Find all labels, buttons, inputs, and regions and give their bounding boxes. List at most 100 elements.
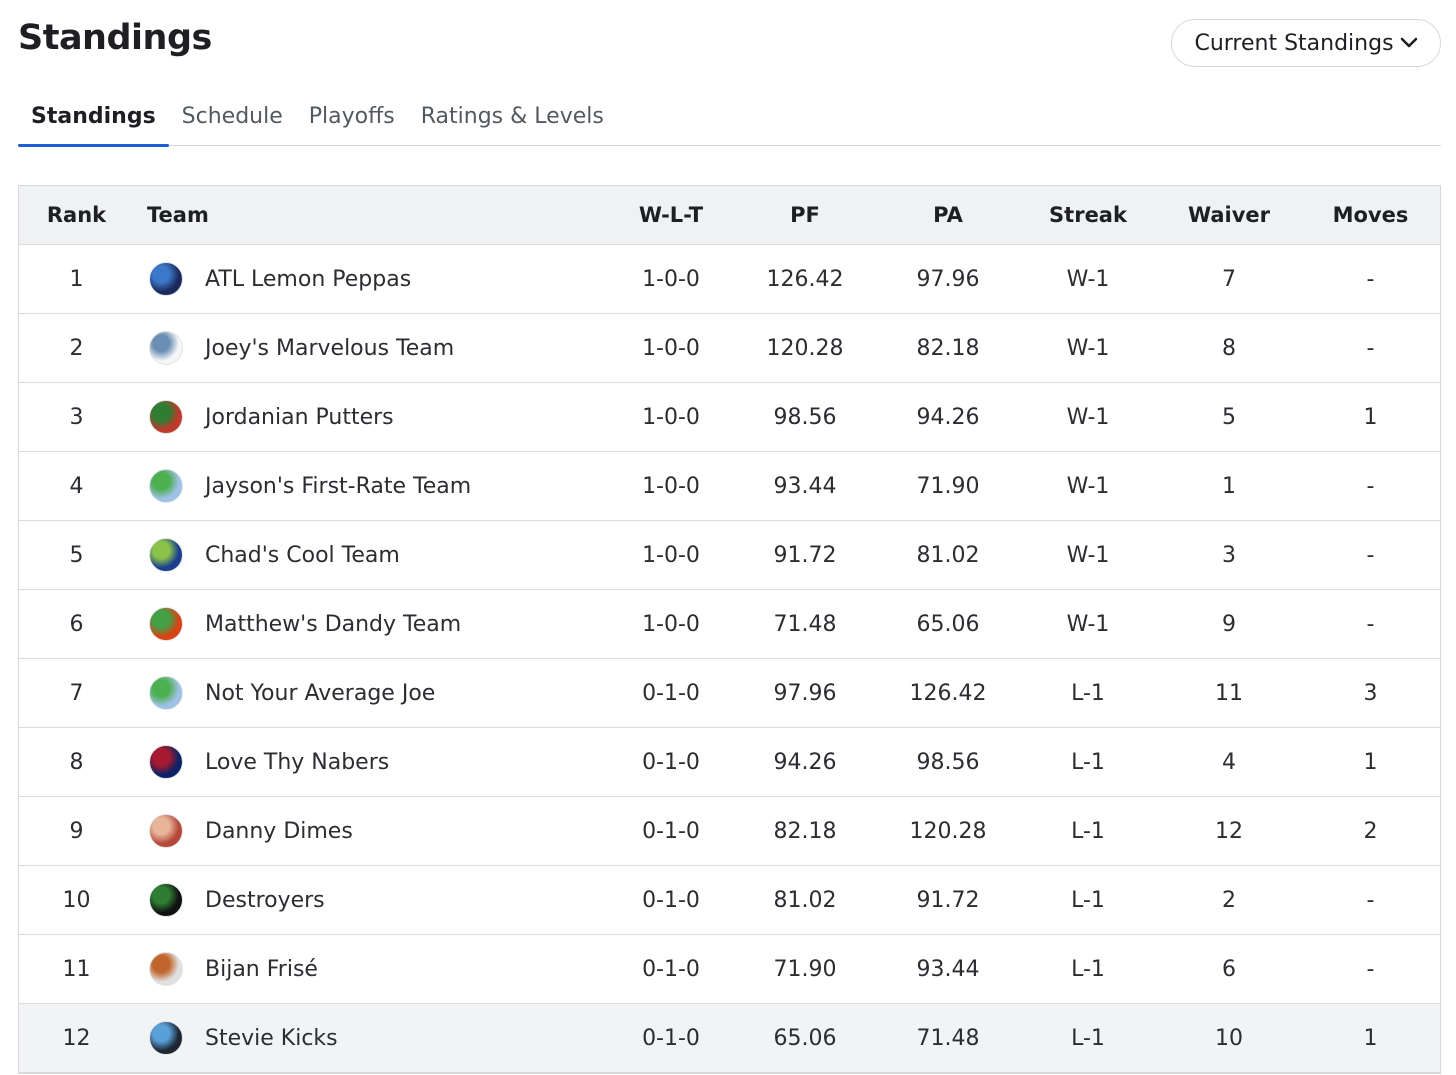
header-moves[interactable]: Moves	[1309, 203, 1432, 227]
header-pa[interactable]: PA	[869, 203, 1027, 227]
team-name-link[interactable]: Matthew's Dandy Team	[205, 612, 461, 637]
waiver-cell: 4	[1222, 749, 1236, 775]
team-name-link[interactable]: ATL Lemon Peppas	[205, 267, 411, 292]
pa-cell: 98.56	[916, 749, 980, 775]
team-name-link[interactable]: Stevie Kicks	[205, 1026, 338, 1051]
team-cell: Danny Dimes	[134, 814, 601, 848]
table-row[interactable]: 4 Jayson's First-Rate Team 1-0-0 93.44 71.90…	[19, 452, 1440, 521]
team-cell: Chad's Cool Team	[134, 538, 601, 572]
moves-cell: 2	[1363, 818, 1378, 844]
team-name-link[interactable]: Destroyers	[205, 888, 325, 913]
pa-cell: 81.02	[916, 542, 980, 568]
team-logo-icon[interactable]	[149, 676, 183, 710]
tab-ratings-levels[interactable]: Ratings & Levels	[408, 100, 617, 146]
waiver-cell: 10	[1215, 1025, 1243, 1051]
team-logo-icon[interactable]	[149, 607, 183, 641]
pf-cell: 71.90	[773, 956, 837, 982]
pf-cell: 91.72	[773, 542, 837, 568]
pa-cell: 71.48	[916, 1025, 980, 1051]
streak-cell: W-1	[1066, 542, 1110, 568]
table-row[interactable]: 3 Jordanian Putters 1-0-0 98.56 94.26 W-1 5 1	[19, 383, 1440, 452]
team-logo-icon[interactable]	[149, 1021, 183, 1055]
wlt-cell: 0-1-0	[642, 818, 700, 844]
streak-cell: L-1	[1071, 1025, 1105, 1051]
team-name-link[interactable]: Jordanian Putters	[205, 405, 394, 430]
tab-schedule[interactable]: Schedule	[169, 100, 296, 146]
wlt-cell: 1-0-0	[642, 404, 700, 430]
team-logo-icon[interactable]	[149, 262, 183, 296]
waiver-cell: 3	[1222, 542, 1236, 568]
tab-standings[interactable]: Standings	[18, 100, 169, 147]
moves-cell: -	[1366, 335, 1375, 361]
team-name-link[interactable]: Jayson's First-Rate Team	[205, 474, 471, 499]
team-name-link[interactable]: Danny Dimes	[205, 819, 353, 844]
team-logo-icon[interactable]	[149, 814, 183, 848]
header-wlt[interactable]: W-L-T	[601, 203, 741, 227]
pa-cell: 94.26	[916, 404, 980, 430]
wlt-cell: 1-0-0	[642, 473, 700, 499]
team-logo-icon[interactable]	[149, 400, 183, 434]
team-logo-icon[interactable]	[149, 469, 183, 503]
header-team[interactable]: Team	[134, 203, 601, 227]
team-name-link[interactable]: Not Your Average Joe	[205, 681, 435, 706]
team-cell: Stevie Kicks	[134, 1021, 601, 1055]
table-row[interactable]: 10 Destroyers 0-1-0 81.02 91.72 L-1 2 -	[19, 866, 1440, 935]
header-waiver[interactable]: Waiver	[1149, 203, 1309, 227]
table-row[interactable]: 8 Love Thy Nabers 0-1-0 94.26 98.56 L-1 4 1	[19, 728, 1440, 797]
team-logo-icon[interactable]	[149, 538, 183, 572]
pa-cell: 71.90	[916, 473, 980, 499]
current-standings-label: Current Standings	[1194, 30, 1394, 56]
pf-cell: 93.44	[773, 473, 837, 499]
team-name-link[interactable]: Chad's Cool Team	[205, 543, 400, 568]
team-cell: Matthew's Dandy Team	[134, 607, 601, 641]
team-name-link[interactable]: Love Thy Nabers	[205, 750, 389, 775]
standings-page: Standings Current Standings Standings Sc…	[0, 0, 1456, 1075]
header-pf[interactable]: PF	[741, 203, 869, 227]
team-cell: Not Your Average Joe	[134, 676, 601, 710]
pa-cell: 97.96	[916, 266, 980, 292]
table-body: 1 ATL Lemon Peppas 1-0-0 126.42 97.96 W-1 7 - 2 J…	[19, 245, 1440, 1073]
table-row[interactable]: 9 Danny Dimes 0-1-0 82.18 120.28 L-1 12 2	[19, 797, 1440, 866]
waiver-cell: 8	[1222, 335, 1236, 361]
team-cell: ATL Lemon Peppas	[134, 262, 601, 296]
header-rank[interactable]: Rank	[19, 203, 134, 227]
table-row[interactable]: 11 Bijan Frisé 0-1-0 71.90 93.44 L-1 6 -	[19, 935, 1440, 1004]
table-row[interactable]: 12 Stevie Kicks 0-1-0 65.06 71.48 L-1 10 1	[19, 1004, 1440, 1073]
streak-cell: W-1	[1066, 335, 1110, 361]
team-logo-icon[interactable]	[149, 883, 183, 917]
streak-cell: L-1	[1071, 818, 1105, 844]
pf-cell: 126.42	[766, 266, 844, 292]
rank-cell: 1	[69, 266, 84, 292]
current-standings-dropdown[interactable]: Current Standings	[1171, 19, 1441, 67]
tab-playoffs[interactable]: Playoffs	[296, 100, 408, 146]
wlt-cell: 0-1-0	[642, 887, 700, 913]
team-logo-icon[interactable]	[149, 331, 183, 365]
team-logo-icon[interactable]	[149, 952, 183, 986]
streak-cell: L-1	[1071, 887, 1105, 913]
team-logo-icon[interactable]	[149, 745, 183, 779]
wlt-cell: 0-1-0	[642, 1025, 700, 1051]
team-name-link[interactable]: Joey's Marvelous Team	[205, 336, 454, 361]
tab-bar: Standings Schedule Playoffs Ratings & Le…	[18, 100, 1441, 147]
team-name-link[interactable]: Bijan Frisé	[205, 957, 318, 982]
team-cell: Jayson's First-Rate Team	[134, 469, 601, 503]
pf-cell: 94.26	[773, 749, 837, 775]
streak-cell: W-1	[1066, 404, 1110, 430]
pa-cell: 126.42	[909, 680, 987, 706]
streak-cell: W-1	[1066, 473, 1110, 499]
table-row[interactable]: 5 Chad's Cool Team 1-0-0 91.72 81.02 W-1 3 -	[19, 521, 1440, 590]
pa-cell: 120.28	[909, 818, 987, 844]
pa-cell: 91.72	[916, 887, 980, 913]
team-cell: Destroyers	[134, 883, 601, 917]
team-cell: Love Thy Nabers	[134, 745, 601, 779]
header-streak[interactable]: Streak	[1027, 203, 1149, 227]
streak-cell: L-1	[1071, 680, 1105, 706]
table-row[interactable]: 1 ATL Lemon Peppas 1-0-0 126.42 97.96 W-1 7 -	[19, 245, 1440, 314]
rank-cell: 5	[69, 542, 84, 568]
table-row[interactable]: 2 Joey's Marvelous Team 1-0-0 120.28 82.18 W-…	[19, 314, 1440, 383]
table-row[interactable]: 6 Matthew's Dandy Team 1-0-0 71.48 65.06 W-1 9…	[19, 590, 1440, 659]
standings-table: Rank Team W-L-T PF PA Streak Waiver Move…	[18, 185, 1441, 1074]
waiver-cell: 1	[1222, 473, 1236, 499]
waiver-cell: 7	[1222, 266, 1236, 292]
table-row[interactable]: 7 Not Your Average Joe 0-1-0 97.96 126.42 L-1…	[19, 659, 1440, 728]
